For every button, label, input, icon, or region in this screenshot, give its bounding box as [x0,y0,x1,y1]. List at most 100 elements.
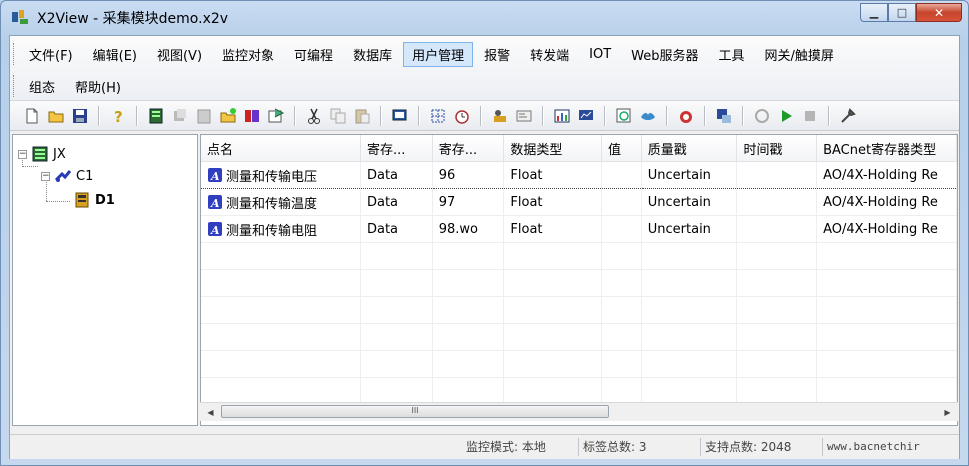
save-icon[interactable] [70,106,90,126]
empty-cell [432,323,505,351]
empty-cell [641,377,738,405]
tool-icon[interactable] [490,106,510,126]
tag-icon: A [208,222,222,237]
empty-cell [816,242,957,270]
chart-icon[interactable] [552,106,572,126]
column-header[interactable]: 质量戳 [641,135,738,162]
card-icon[interactable] [514,106,534,126]
empty-cell [201,323,361,351]
minimize-button[interactable]: ▁ [860,3,888,22]
column-header[interactable]: 时间戳 [736,135,818,162]
paste-icon[interactable] [352,106,372,126]
horizontal-scrollbar[interactable]: ◀ III ▶ [200,402,958,421]
menu-item-3[interactable]: 视图(V) [148,42,211,67]
menu-row-2: 组态 帮助(H) [20,73,132,99]
menu-grip[interactable] [13,43,17,65]
tag-table: 点名 寄存... 寄存... 数据类型值质量戳 时间戳 BACnet寄存器类型 A 测量和传… [200,134,958,426]
menu-item-1[interactable]: 组态 [20,74,64,99]
toolbar-separator [380,105,382,126]
column-header[interactable]: 数据类型 [503,135,602,162]
column-header[interactable]: 寄存... [432,135,505,162]
scroll-thumb[interactable]: III [221,405,609,418]
refresh-icon[interactable] [752,106,772,126]
column-header[interactable]: 点名 [201,135,361,162]
device-tree[interactable]: − JX − C1 D1 [12,134,198,426]
toolbar: ? [10,101,959,131]
open-icon[interactable] [46,106,66,126]
close-button[interactable]: ✕ [916,3,962,22]
cut-icon[interactable] [304,106,324,126]
empty-cell [201,350,361,378]
settings-icon[interactable] [838,106,858,126]
menu-item-13[interactable]: 网关/触摸屏 [756,42,843,67]
column-header[interactable]: 值 [601,135,642,162]
window-title: X2View - 采集模块demo.x2v [37,11,229,27]
empty-cell [736,242,818,270]
device-icon[interactable] [146,106,166,126]
grid-icon[interactable] [428,106,448,126]
tree-node-root[interactable]: − JX [18,145,66,163]
empty-cell [601,323,642,351]
monitor-icon[interactable] [390,106,410,126]
properties-icon[interactable] [266,106,286,126]
menu-item-7[interactable]: 用户管理 [403,41,474,67]
maximize-button[interactable]: □ [888,3,916,22]
empty-cell [641,350,738,378]
menu-item-9[interactable]: 转发端 [521,42,578,67]
copy-device-icon[interactable] [170,106,190,126]
browser-icon[interactable] [614,106,634,126]
toolbar-separator [136,105,138,126]
menu-item-2[interactable]: 帮助(H) [66,74,130,99]
scroll-left-icon[interactable]: ◀ [202,403,219,421]
screen-icon[interactable] [576,106,596,126]
column-header[interactable]: BACnet寄存器类型 [816,135,957,162]
alarm-icon[interactable] [676,106,696,126]
stop-icon[interactable] [800,106,820,126]
copy-icon[interactable] [328,106,348,126]
new-icon[interactable] [22,106,42,126]
toolbar-separator [542,105,544,126]
table-row[interactable]: A 测量和传输电阻 Data 98.wo Float Uncertain AO/4X-Hol… [201,215,957,243]
scroll-right-icon[interactable]: ▶ [939,403,956,421]
menu-item-10[interactable]: IOT [580,44,620,65]
empty-cell [432,269,505,297]
menu-item-2[interactable]: 编辑(E) [84,42,146,67]
menu-item-6[interactable]: 数据库 [344,42,401,67]
toolbar-separator [704,105,706,126]
handshake-icon[interactable] [638,106,658,126]
timer-icon[interactable] [452,106,472,126]
table-row[interactable]: A 测量和传输电压 Data 96 Float Uncertain AO/4X-Holdin… [201,161,957,189]
menu-item-5[interactable]: 可编程 [285,42,342,67]
menu-item-12[interactable]: 工具 [709,42,753,67]
collapse-icon[interactable]: − [41,171,50,181]
network-icon[interactable] [714,106,734,126]
collapse-icon[interactable]: − [18,149,27,159]
status-tag-count: 标签总数: 3 [578,438,651,456]
empty-cell [736,350,818,378]
empty-cell [201,377,361,405]
module-icon[interactable] [242,106,262,126]
tree-node-channel[interactable]: − C1 [41,167,93,185]
empty-cell [736,269,818,297]
column-header[interactable]: 寄存... [360,135,433,162]
tree-node-label: D1 [95,192,115,208]
menu-item-8[interactable]: 报警 [475,42,519,67]
tree-node-device[interactable]: D1 [73,191,115,209]
client-area: 文件(F) 编辑(E) 视图(V) 监控对象 可编程 数据库 用户管理 报警 转发端 IOT Web… [9,35,960,459]
table-row[interactable]: A 测量和传输温度 Data 97 Float Uncertain AO/4X-Holdin… [201,188,957,216]
empty-cell [601,350,642,378]
empty-cell [816,377,957,405]
folder-new-icon[interactable] [218,106,238,126]
help-icon[interactable]: ? [108,106,128,126]
menu-item-1[interactable]: 文件(F) [20,42,82,67]
run-icon[interactable] [776,106,796,126]
empty-cell [816,323,957,351]
empty-row [201,350,957,378]
menu-grip-2[interactable] [13,75,17,97]
paste-device-icon[interactable] [194,106,214,126]
menu-item-11[interactable]: Web服务器 [622,42,707,67]
menu-item-4[interactable]: 监控对象 [213,42,283,67]
title-bar[interactable]: X2View - 采集模块demo.x2v ▁ □ ✕ [1,1,968,33]
table-cell: AO/4X-Holding Re [816,188,957,216]
close-icon: ✕ [933,5,945,20]
